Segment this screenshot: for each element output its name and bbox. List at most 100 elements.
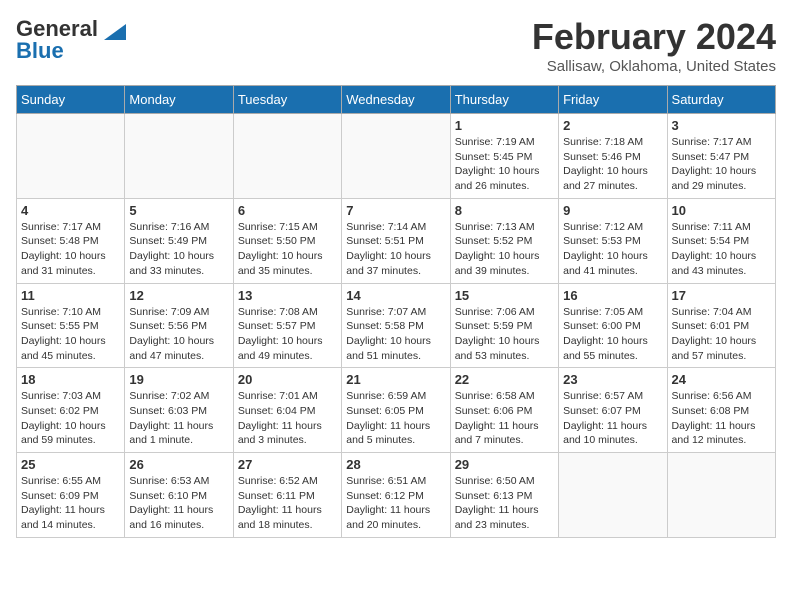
- day-info: Sunrise: 6:59 AMSunset: 6:05 PMDaylight:…: [346, 389, 445, 448]
- calendar-cell: 27 Sunrise: 6:52 AMSunset: 6:11 PMDayligh…: [233, 453, 341, 538]
- day-number: 21: [346, 372, 445, 387]
- day-info: Sunrise: 6:52 AMSunset: 6:11 PMDaylight:…: [238, 474, 337, 533]
- logo-general: General: [16, 16, 98, 41]
- location: Sallisaw, Oklahoma, United States: [532, 58, 776, 75]
- weekday-header-thursday: Thursday: [450, 86, 558, 114]
- day-number: 12: [129, 288, 228, 303]
- day-number: 23: [563, 372, 662, 387]
- day-number: 29: [455, 457, 554, 472]
- day-info: Sunrise: 7:17 AMSunset: 5:47 PMDaylight:…: [672, 135, 771, 194]
- calendar: SundayMondayTuesdayWednesdayThursdayFrid…: [16, 85, 776, 538]
- day-number: 13: [238, 288, 337, 303]
- calendar-week-4: 18 Sunrise: 7:03 AMSunset: 6:02 PMDayligh…: [17, 368, 776, 453]
- day-number: 1: [455, 118, 554, 133]
- calendar-cell: 21 Sunrise: 6:59 AMSunset: 6:05 PMDayligh…: [342, 368, 450, 453]
- day-info: Sunrise: 6:55 AMSunset: 6:09 PMDaylight:…: [21, 474, 120, 533]
- day-info: Sunrise: 7:06 AMSunset: 5:59 PMDaylight:…: [455, 305, 554, 364]
- calendar-cell: 19 Sunrise: 7:02 AMSunset: 6:03 PMDayligh…: [125, 368, 233, 453]
- day-number: 18: [21, 372, 120, 387]
- day-info: Sunrise: 7:02 AMSunset: 6:03 PMDaylight:…: [129, 389, 228, 448]
- day-number: 5: [129, 203, 228, 218]
- weekday-header-sunday: Sunday: [17, 86, 125, 114]
- calendar-cell: [233, 114, 341, 199]
- calendar-cell: 9 Sunrise: 7:12 AMSunset: 5:53 PMDaylight…: [559, 198, 667, 283]
- calendar-cell: 16 Sunrise: 7:05 AMSunset: 6:00 PMDayligh…: [559, 283, 667, 368]
- day-info: Sunrise: 7:12 AMSunset: 5:53 PMDaylight:…: [563, 220, 662, 279]
- day-number: 20: [238, 372, 337, 387]
- day-number: 10: [672, 203, 771, 218]
- day-info: Sunrise: 7:05 AMSunset: 6:00 PMDaylight:…: [563, 305, 662, 364]
- day-info: Sunrise: 7:14 AMSunset: 5:51 PMDaylight:…: [346, 220, 445, 279]
- weekday-header-saturday: Saturday: [667, 86, 775, 114]
- day-number: 6: [238, 203, 337, 218]
- day-info: Sunrise: 6:58 AMSunset: 6:06 PMDaylight:…: [455, 389, 554, 448]
- day-number: 8: [455, 203, 554, 218]
- day-info: Sunrise: 6:50 AMSunset: 6:13 PMDaylight:…: [455, 474, 554, 533]
- calendar-week-1: 1 Sunrise: 7:19 AMSunset: 5:45 PMDaylight…: [17, 114, 776, 199]
- day-info: Sunrise: 7:17 AMSunset: 5:48 PMDaylight:…: [21, 220, 120, 279]
- day-number: 26: [129, 457, 228, 472]
- day-number: 2: [563, 118, 662, 133]
- day-number: 16: [563, 288, 662, 303]
- day-info: Sunrise: 7:08 AMSunset: 5:57 PMDaylight:…: [238, 305, 337, 364]
- calendar-cell: 5 Sunrise: 7:16 AMSunset: 5:49 PMDaylight…: [125, 198, 233, 283]
- day-info: Sunrise: 7:19 AMSunset: 5:45 PMDaylight:…: [455, 135, 554, 194]
- weekday-header-wednesday: Wednesday: [342, 86, 450, 114]
- day-info: Sunrise: 6:57 AMSunset: 6:07 PMDaylight:…: [563, 389, 662, 448]
- day-info: Sunrise: 7:11 AMSunset: 5:54 PMDaylight:…: [672, 220, 771, 279]
- day-number: 11: [21, 288, 120, 303]
- calendar-cell: 18 Sunrise: 7:03 AMSunset: 6:02 PMDayligh…: [17, 368, 125, 453]
- calendar-cell: [667, 453, 775, 538]
- calendar-cell: 13 Sunrise: 7:08 AMSunset: 5:57 PMDayligh…: [233, 283, 341, 368]
- day-info: Sunrise: 7:01 AMSunset: 6:04 PMDaylight:…: [238, 389, 337, 448]
- calendar-cell: 2 Sunrise: 7:18 AMSunset: 5:46 PMDaylight…: [559, 114, 667, 199]
- day-info: Sunrise: 6:53 AMSunset: 6:10 PMDaylight:…: [129, 474, 228, 533]
- day-info: Sunrise: 7:07 AMSunset: 5:58 PMDaylight:…: [346, 305, 445, 364]
- day-number: 19: [129, 372, 228, 387]
- calendar-cell: 15 Sunrise: 7:06 AMSunset: 5:59 PMDayligh…: [450, 283, 558, 368]
- day-info: Sunrise: 7:04 AMSunset: 6:01 PMDaylight:…: [672, 305, 771, 364]
- calendar-cell: 7Sunrise: 7:14 AMSunset: 5:51 PMDaylight…: [342, 198, 450, 283]
- day-number: 4: [21, 203, 120, 218]
- calendar-cell: 17Sunrise: 7:04 AMSunset: 6:01 PMDayligh…: [667, 283, 775, 368]
- day-number: 28: [346, 457, 445, 472]
- day-info: Sunrise: 7:13 AMSunset: 5:52 PMDaylight:…: [455, 220, 554, 279]
- day-number: 22: [455, 372, 554, 387]
- calendar-cell: 10 Sunrise: 7:11 AMSunset: 5:54 PMDayligh…: [667, 198, 775, 283]
- calendar-cell: 1 Sunrise: 7:19 AMSunset: 5:45 PMDaylight…: [450, 114, 558, 199]
- header: General Blue February 2024 Sallisaw, Okl…: [16, 16, 776, 75]
- weekday-header-tuesday: Tuesday: [233, 86, 341, 114]
- calendar-cell: 12 Sunrise: 7:09 AMSunset: 5:56 PMDayligh…: [125, 283, 233, 368]
- weekday-header-monday: Monday: [125, 86, 233, 114]
- day-info: Sunrise: 7:16 AMSunset: 5:49 PMDaylight:…: [129, 220, 228, 279]
- calendar-cell: [17, 114, 125, 199]
- calendar-cell: 22 Sunrise: 6:58 AMSunset: 6:06 PMDayligh…: [450, 368, 558, 453]
- calendar-cell: 26 Sunrise: 6:53 AMSunset: 6:10 PMDayligh…: [125, 453, 233, 538]
- day-number: 24: [672, 372, 771, 387]
- weekday-header-row: SundayMondayTuesdayWednesdayThursdayFrid…: [17, 86, 776, 114]
- day-number: 25: [21, 457, 120, 472]
- day-number: 14: [346, 288, 445, 303]
- day-info: Sunrise: 7:18 AMSunset: 5:46 PMDaylight:…: [563, 135, 662, 194]
- title-area: February 2024 Sallisaw, Oklahoma, United…: [532, 16, 776, 75]
- day-number: 15: [455, 288, 554, 303]
- day-number: 3: [672, 118, 771, 133]
- logo-icon: [104, 24, 126, 40]
- day-info: Sunrise: 7:03 AMSunset: 6:02 PMDaylight:…: [21, 389, 120, 448]
- logo: General Blue: [16, 16, 126, 64]
- day-number: 27: [238, 457, 337, 472]
- day-info: Sunrise: 7:15 AMSunset: 5:50 PMDaylight:…: [238, 220, 337, 279]
- month-title: February 2024: [532, 16, 776, 58]
- calendar-cell: 29 Sunrise: 6:50 AMSunset: 6:13 PMDayligh…: [450, 453, 558, 538]
- day-info: Sunrise: 6:56 AMSunset: 6:08 PMDaylight:…: [672, 389, 771, 448]
- calendar-week-3: 11 Sunrise: 7:10 AMSunset: 5:55 PMDayligh…: [17, 283, 776, 368]
- day-number: 9: [563, 203, 662, 218]
- calendar-cell: 20 Sunrise: 7:01 AMSunset: 6:04 PMDayligh…: [233, 368, 341, 453]
- calendar-cell: [125, 114, 233, 199]
- calendar-cell: 6 Sunrise: 7:15 AMSunset: 5:50 PMDaylight…: [233, 198, 341, 283]
- calendar-cell: 23 Sunrise: 6:57 AMSunset: 6:07 PMDayligh…: [559, 368, 667, 453]
- calendar-week-2: 4 Sunrise: 7:17 AMSunset: 5:48 PMDaylight…: [17, 198, 776, 283]
- day-info: Sunrise: 7:10 AMSunset: 5:55 PMDaylight:…: [21, 305, 120, 364]
- day-info: Sunrise: 6:51 AMSunset: 6:12 PMDaylight:…: [346, 474, 445, 533]
- day-info: Sunrise: 7:09 AMSunset: 5:56 PMDaylight:…: [129, 305, 228, 364]
